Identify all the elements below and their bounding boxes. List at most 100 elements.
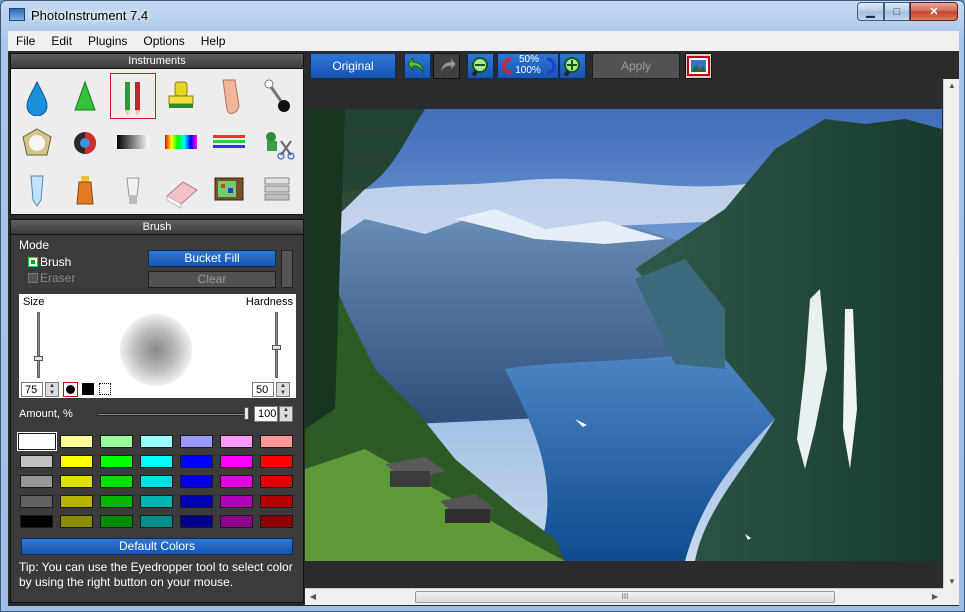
maximize-button[interactable]: □	[884, 2, 910, 21]
color-swatch[interactable]	[140, 515, 173, 528]
horizontal-scrollbar[interactable]: ◀ III ▶	[305, 588, 943, 605]
color-swatch[interactable]	[220, 455, 253, 468]
menu-help[interactable]: Help	[193, 34, 234, 48]
menu-file[interactable]: File	[8, 34, 43, 48]
color-swatch[interactable]	[220, 435, 253, 448]
color-swatch[interactable]	[180, 475, 213, 488]
selection-brush-shape-icon[interactable]	[99, 383, 111, 395]
horizontal-scroll-thumb[interactable]: III	[415, 591, 835, 603]
tool-gradient-black[interactable]	[111, 121, 155, 165]
color-swatch[interactable]	[60, 495, 93, 508]
color-swatch[interactable]	[20, 455, 53, 468]
size-value-field[interactable]: 75	[21, 382, 43, 397]
vertical-scrollbar[interactable]: ▲ ▼	[943, 79, 959, 588]
clear-button[interactable]: Clear	[148, 271, 276, 288]
tool-color-lines[interactable]	[207, 121, 251, 165]
color-swatch[interactable]	[20, 515, 53, 528]
color-swatch[interactable]	[220, 515, 253, 528]
color-swatch[interactable]	[260, 515, 293, 528]
color-swatch[interactable]	[60, 475, 93, 488]
tool-sharpen-cone[interactable]	[63, 74, 107, 118]
color-swatch[interactable]	[180, 455, 213, 468]
color-swatch[interactable]	[180, 435, 213, 448]
original-button[interactable]: Original	[310, 53, 396, 79]
color-swatch[interactable]	[20, 495, 53, 508]
undo-button[interactable]	[404, 53, 431, 79]
amount-slider-thumb[interactable]	[244, 407, 249, 420]
color-swatch[interactable]	[140, 475, 173, 488]
eraser-mode-radio[interactable]	[28, 273, 38, 283]
title-bar[interactable]: PhotoInstrument 7.4 ▁ □ ✕	[1, 1, 964, 29]
bucket-fill-button[interactable]: Bucket Fill	[148, 250, 276, 267]
scroll-right-arrow[interactable]: ▶	[930, 592, 940, 601]
apply-button[interactable]: Apply	[592, 53, 680, 79]
color-swatch[interactable]	[180, 515, 213, 528]
color-swatch[interactable]	[260, 455, 293, 468]
scroll-down-arrow[interactable]: ▼	[946, 577, 958, 586]
menu-edit[interactable]: Edit	[43, 34, 80, 48]
tool-text-layers[interactable]	[255, 168, 299, 212]
color-swatch[interactable]	[100, 435, 133, 448]
tool-pin[interactable]	[255, 74, 299, 118]
eraser-mode-label[interactable]: Eraser	[40, 271, 75, 285]
color-swatch[interactable]	[260, 475, 293, 488]
minimize-button[interactable]: ▁	[857, 2, 884, 21]
brush-mode-label[interactable]: Brush	[40, 255, 71, 269]
panel-side-handle[interactable]	[281, 250, 293, 288]
color-swatch[interactable]	[20, 475, 53, 488]
tool-light-bulb[interactable]	[111, 168, 155, 212]
default-colors-button[interactable]: Default Colors	[21, 538, 293, 555]
size-spinner[interactable]: ▲ ▼	[45, 382, 59, 397]
color-swatch[interactable]	[60, 455, 93, 468]
color-swatch[interactable]	[260, 435, 293, 448]
color-swatch[interactable]	[60, 515, 93, 528]
round-brush-shape-icon[interactable]	[63, 382, 78, 397]
tool-blur-drop[interactable]	[15, 74, 59, 118]
color-swatch[interactable]	[140, 435, 173, 448]
zoom-in-button[interactable]	[559, 53, 586, 79]
close-button[interactable]: ✕	[910, 2, 958, 21]
color-swatch[interactable]	[220, 495, 253, 508]
tool-sun-brightness[interactable]	[15, 121, 59, 165]
tool-eraser[interactable]	[159, 168, 203, 212]
amount-slider-track[interactable]	[97, 413, 249, 416]
scroll-left-arrow[interactable]: ◀	[308, 592, 318, 601]
amount-spinner[interactable]: ▲ ▼	[279, 406, 293, 422]
color-swatch[interactable]	[140, 455, 173, 468]
color-swatch[interactable]	[140, 495, 173, 508]
hardness-slider-thumb[interactable]	[272, 345, 281, 350]
tool-brush-pencil[interactable]	[110, 73, 156, 119]
hardness-value-field[interactable]: 50	[252, 382, 274, 397]
color-swatch[interactable]	[60, 435, 93, 448]
color-swatch[interactable]	[220, 475, 253, 488]
tool-vial[interactable]	[15, 168, 59, 212]
menu-plugins[interactable]: Plugins	[80, 34, 135, 48]
color-swatch[interactable]	[100, 475, 133, 488]
color-swatch[interactable]	[180, 495, 213, 508]
menu-options[interactable]: Options	[135, 34, 192, 48]
square-brush-shape-icon[interactable]	[82, 383, 94, 395]
zoom-ratio-button[interactable]: 50% 100%	[497, 53, 559, 79]
tool-color-spectrum[interactable]	[159, 121, 203, 165]
size-slider-track[interactable]	[37, 312, 40, 378]
image-preview-button[interactable]	[685, 53, 712, 79]
size-slider-thumb[interactable]	[34, 356, 43, 361]
color-swatch[interactable]	[260, 495, 293, 508]
tool-tv-noise[interactable]	[207, 168, 251, 212]
tool-finger-smudge[interactable]	[207, 74, 251, 118]
hardness-spinner[interactable]: ▲ ▼	[276, 382, 290, 397]
color-swatch[interactable]	[17, 432, 57, 451]
amount-value-field[interactable]: 100	[254, 406, 278, 422]
zoom-out-button[interactable]	[467, 53, 494, 79]
tool-plugins-scissors[interactable]	[255, 121, 299, 165]
brush-mode-radio[interactable]	[28, 257, 38, 267]
color-swatch[interactable]	[100, 515, 133, 528]
tool-contrast-ball[interactable]	[63, 121, 107, 165]
scroll-up-arrow[interactable]: ▲	[946, 81, 958, 90]
tool-stamp[interactable]	[159, 74, 203, 118]
tool-bottle[interactable]	[63, 168, 107, 212]
color-swatch[interactable]	[100, 495, 133, 508]
color-swatch[interactable]	[100, 455, 133, 468]
photo-canvas[interactable]	[305, 109, 942, 561]
redo-button[interactable]	[433, 53, 460, 79]
